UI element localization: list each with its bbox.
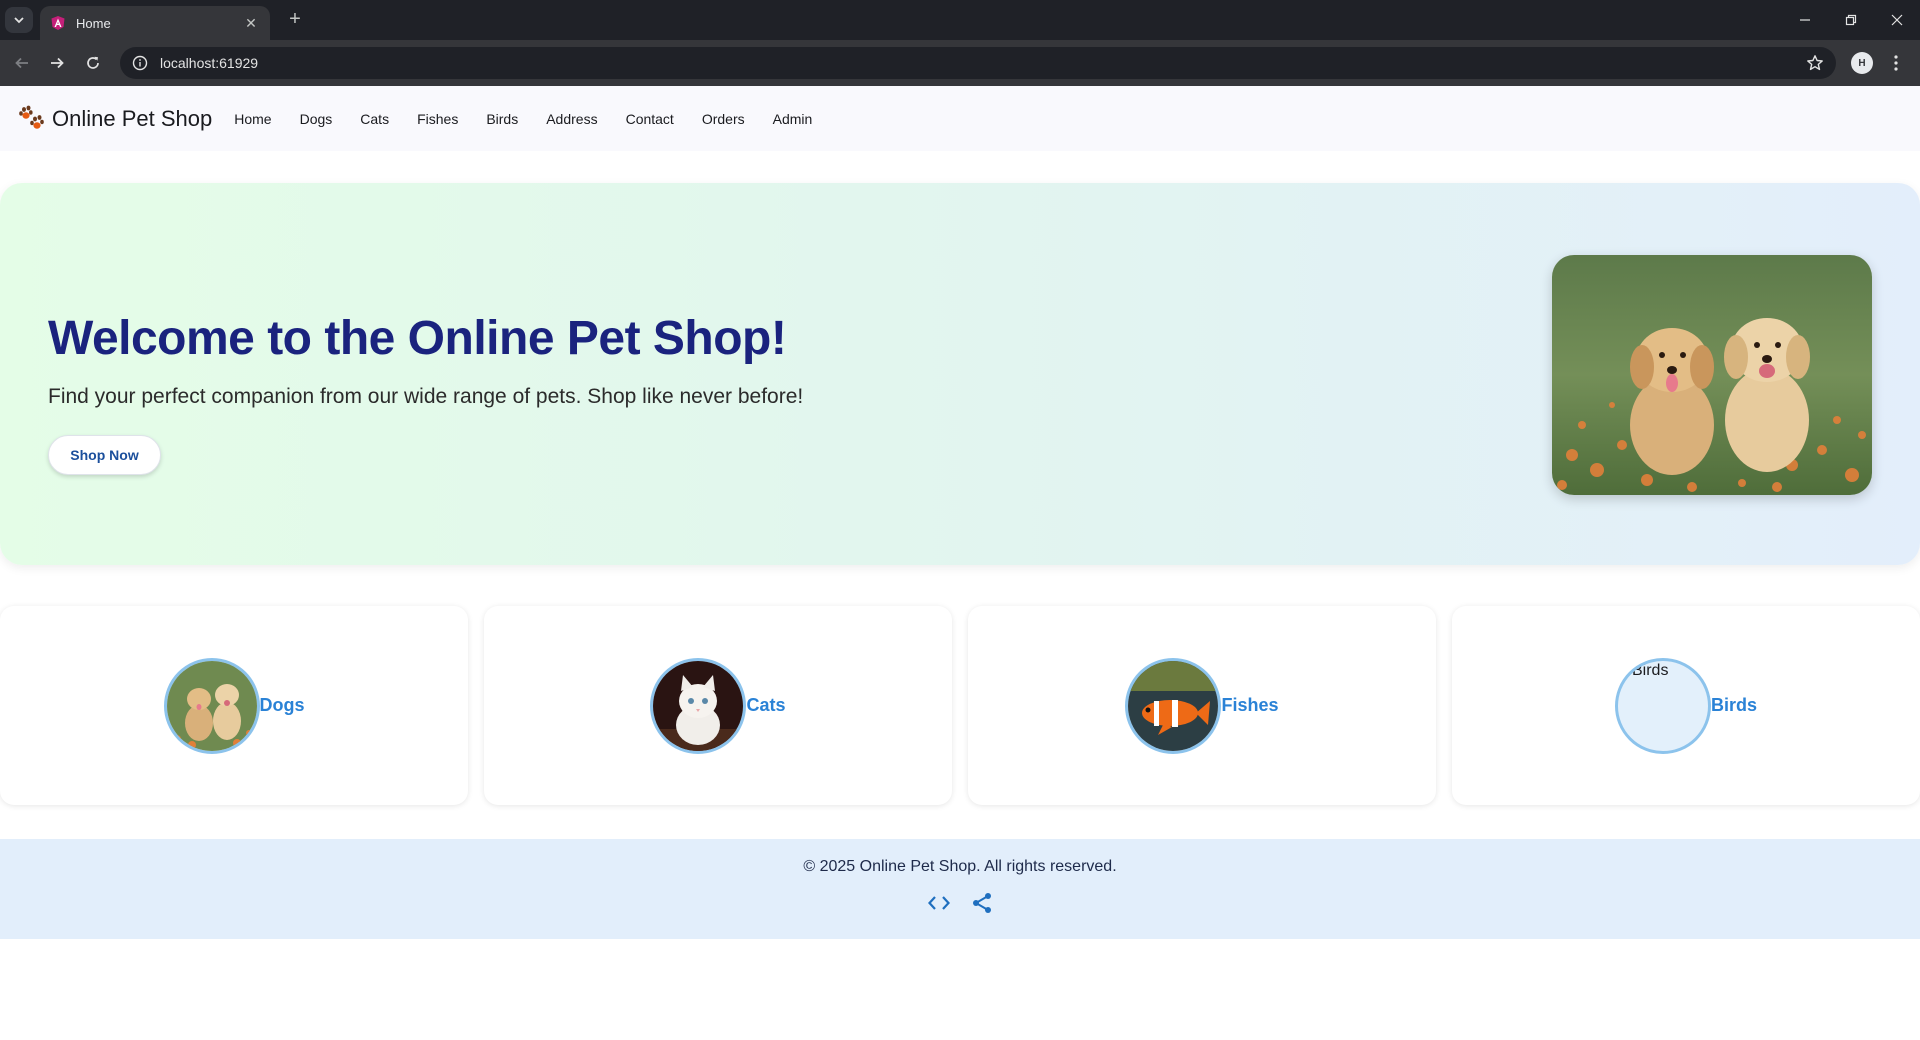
category-label-fishes[interactable]: Fishes bbox=[1221, 695, 1278, 716]
footer: © 2025 Online Pet Shop. All rights reser… bbox=[0, 839, 1920, 939]
forward-button[interactable] bbox=[45, 51, 69, 75]
reload-button[interactable] bbox=[81, 51, 105, 75]
back-button[interactable] bbox=[10, 51, 34, 75]
close-window-button[interactable] bbox=[1874, 0, 1920, 40]
nav-link-birds[interactable]: Birds bbox=[472, 101, 532, 137]
browser-menu-icon[interactable] bbox=[1885, 52, 1907, 74]
tab-search-button[interactable] bbox=[5, 7, 33, 33]
nav-link-cats[interactable]: Cats bbox=[346, 101, 403, 137]
fishes-avatar-image bbox=[1125, 657, 1222, 754]
arrow-right-icon bbox=[51, 57, 64, 69]
nav-link-address[interactable]: Address bbox=[532, 101, 611, 137]
new-tab-button[interactable]: + bbox=[283, 8, 307, 32]
hero-banner: Welcome to the Online Pet Shop! Find you… bbox=[0, 183, 1920, 565]
chevron-down-icon bbox=[14, 17, 24, 24]
category-label-birds[interactable]: Birds bbox=[1711, 695, 1757, 716]
brand[interactable]: Online Pet Shop bbox=[18, 105, 212, 133]
tab-close-icon[interactable]: ✕ bbox=[242, 15, 260, 32]
minimize-button[interactable] bbox=[1782, 0, 1828, 40]
tab-title: Home bbox=[76, 15, 111, 31]
hero-puppies-image bbox=[1552, 255, 1872, 495]
browser-toolbar: localhost:61929 H bbox=[0, 40, 1920, 86]
shop-now-button[interactable]: Shop Now bbox=[48, 435, 161, 475]
app-header: Online Pet Shop Home Dogs Cats Fishes Bi… bbox=[0, 86, 1920, 151]
category-card-cats[interactable]: Cats bbox=[484, 606, 952, 805]
footer-copyright: © 2025 Online Pet Shop. All rights reser… bbox=[803, 858, 1117, 875]
profile-avatar[interactable]: H bbox=[1851, 52, 1873, 74]
share-icon[interactable] bbox=[969, 891, 995, 915]
category-label-cats[interactable]: Cats bbox=[746, 695, 785, 716]
nav-link-contact[interactable]: Contact bbox=[612, 101, 688, 137]
site-info-icon[interactable] bbox=[132, 55, 148, 71]
nav-link-fishes[interactable]: Fishes bbox=[403, 101, 472, 137]
minimize-icon bbox=[1800, 19, 1810, 21]
hero-subtitle: Find your perfect companion from our wid… bbox=[48, 385, 804, 408]
browser-tab-strip: Home ✕ + bbox=[0, 0, 1920, 40]
code-icon[interactable] bbox=[926, 891, 952, 915]
cats-avatar-image bbox=[650, 657, 747, 754]
category-card-fishes[interactable]: Fishes bbox=[968, 606, 1436, 805]
address-bar[interactable]: localhost:61929 bbox=[120, 47, 1836, 79]
birds-image-alt-text: Birds bbox=[1631, 661, 1669, 679]
bookmark-star-icon[interactable] bbox=[1804, 52, 1826, 74]
restore-icon bbox=[1845, 14, 1857, 26]
category-card-dogs[interactable]: Dogs bbox=[0, 606, 468, 805]
nav-link-admin[interactable]: Admin bbox=[759, 101, 827, 137]
dogs-avatar-image bbox=[163, 657, 260, 754]
browser-tab[interactable]: Home ✕ bbox=[40, 6, 270, 40]
close-icon bbox=[1891, 14, 1903, 26]
page-content: Online Pet Shop Home Dogs Cats Fishes Bi… bbox=[0, 86, 1920, 1040]
paw-print-icon bbox=[19, 105, 44, 129]
nav-link-dogs[interactable]: Dogs bbox=[286, 101, 347, 137]
nav-link-orders[interactable]: Orders bbox=[688, 101, 759, 137]
hero-title: Welcome to the Online Pet Shop! bbox=[48, 312, 787, 365]
category-label-dogs[interactable]: Dogs bbox=[260, 695, 305, 716]
nav-link-home[interactable]: Home bbox=[220, 101, 285, 137]
angular-favicon-icon bbox=[51, 16, 65, 30]
brand-title: Online Pet Shop bbox=[52, 105, 213, 131]
reload-icon bbox=[87, 56, 99, 69]
url-text: localhost:61929 bbox=[160, 55, 259, 71]
category-card-birds[interactable]: Birds Birds bbox=[1452, 606, 1920, 805]
restore-button[interactable] bbox=[1828, 0, 1874, 40]
arrow-left-icon bbox=[15, 57, 28, 69]
birds-avatar-broken-image: Birds bbox=[1614, 657, 1711, 754]
